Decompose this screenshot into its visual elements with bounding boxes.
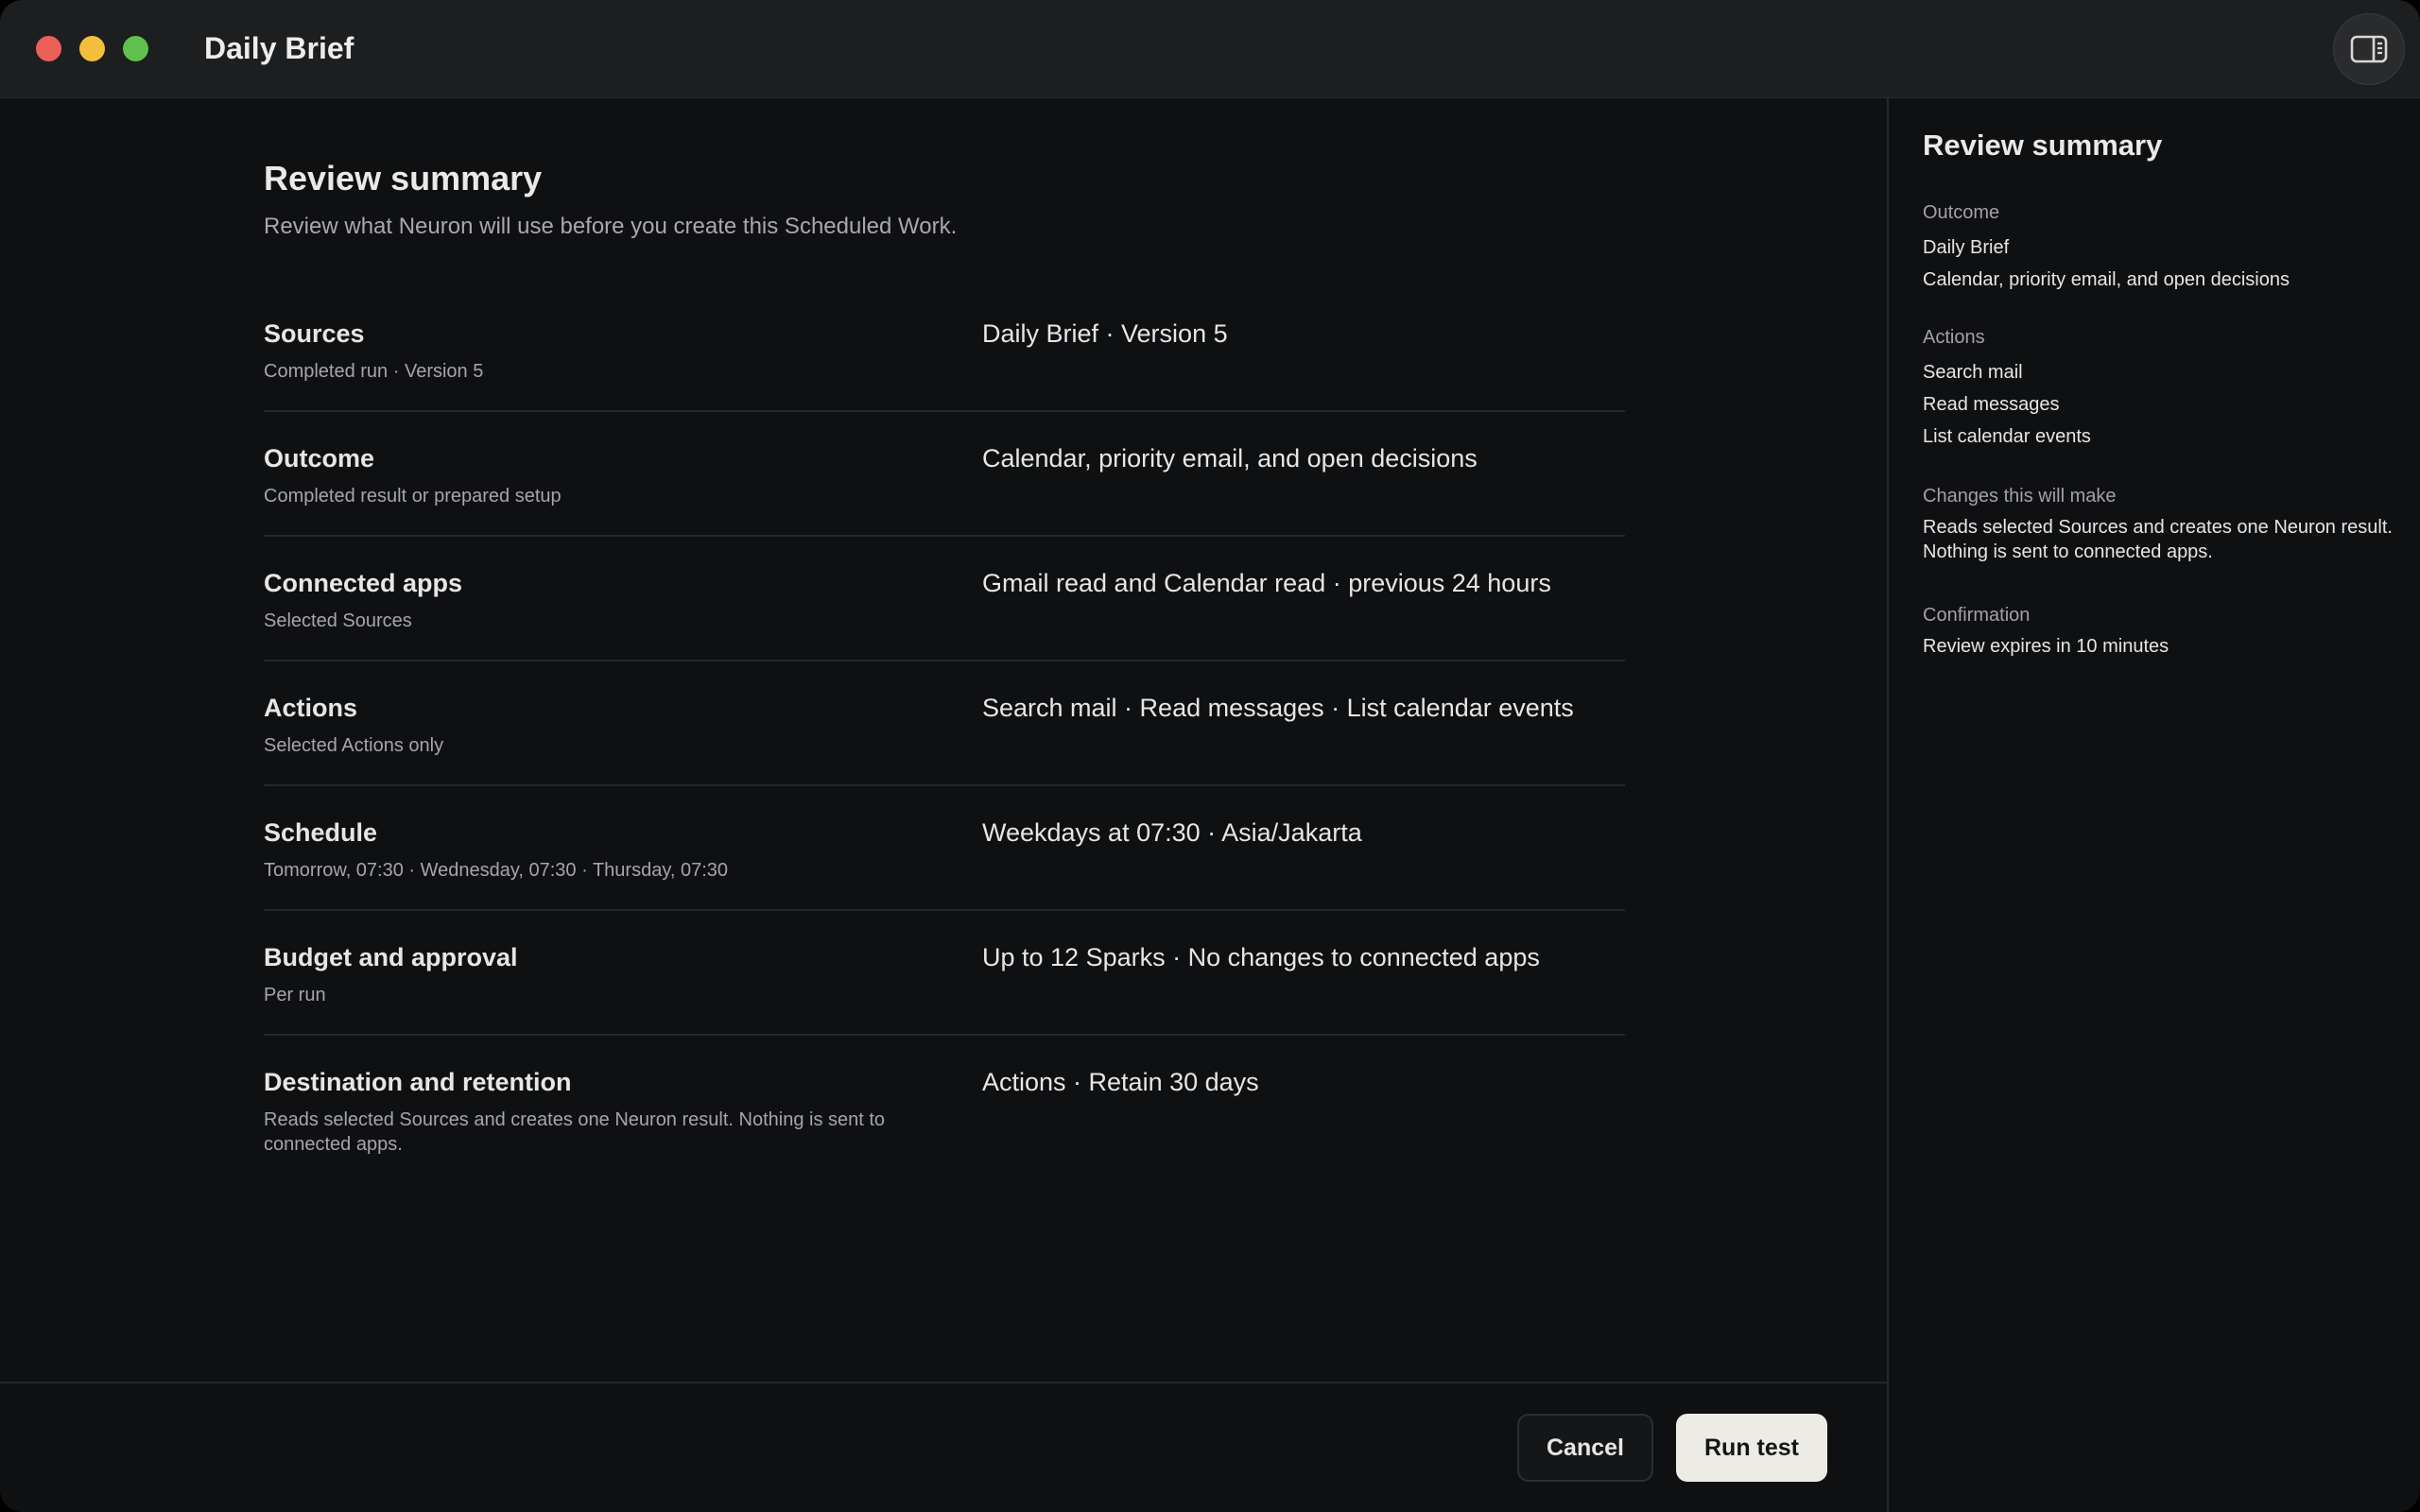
run-test-button[interactable]: Run test	[1676, 1414, 1827, 1482]
row-subtext: Selected Actions only	[264, 735, 444, 756]
page-title: Review summary	[264, 159, 543, 198]
row-subtext: Completed result or prepared setup	[264, 486, 562, 507]
close-window-button[interactable]	[36, 36, 61, 61]
panel-section-outcome: Outcome Daily Brief Calendar, priority e…	[1923, 202, 2395, 296]
row-subtext: Selected Sources	[264, 610, 412, 631]
panel-line: Read messages	[1923, 394, 2060, 415]
row-label: Connected apps	[264, 569, 463, 597]
panel-section-label: Actions	[1923, 327, 1985, 348]
review-side-panel: Review summary Outcome Daily Brief Calen…	[1887, 98, 2420, 1512]
summary-row-budget: Budget and approval Per run Up to 12 Spa…	[264, 911, 1625, 1036]
row-label: Destination and retention	[264, 1068, 572, 1096]
panel-line: List calendar events	[1923, 426, 2091, 447]
summary-rows: Sources Completed run · Version 5 Daily …	[264, 287, 1625, 1177]
row-subtext: Tomorrow, 07:30 · Wednesday, 07:30 · Thu…	[264, 860, 729, 881]
panel-line: Daily Brief	[1923, 237, 2010, 258]
title-bar: Daily Brief	[0, 0, 2420, 98]
row-label: Schedule	[264, 818, 378, 847]
summary-row-outcome: Outcome Completed result or prepared set…	[264, 412, 1625, 537]
row-value: Actions · Retain 30 days	[982, 1068, 1259, 1096]
sidebar-toggle-button[interactable]	[2333, 13, 2405, 85]
row-subtext: Completed run · Version 5	[264, 361, 484, 382]
footer-bar: Cancel Run test	[0, 1382, 1887, 1512]
row-label: Budget and approval	[264, 943, 518, 971]
panel-section-actions: Actions Search mail Read messages List c…	[1923, 327, 2395, 453]
panel-section-label: Outcome	[1923, 202, 2000, 223]
panel-text: Reads selected Sources and creates one N…	[1923, 517, 2393, 562]
cancel-button[interactable]: Cancel	[1517, 1414, 1653, 1482]
row-label: Outcome	[264, 444, 375, 472]
panel-section-changes: Changes this will make Reads selected So…	[1923, 486, 2395, 564]
panel-section-label: Changes this will make	[1923, 486, 2117, 507]
summary-row-actions: Actions Selected Actions only Search mai…	[264, 662, 1625, 786]
panel-text: Review expires in 10 minutes	[1923, 636, 2169, 657]
row-value: Up to 12 Sparks · No changes to connecte…	[982, 943, 1540, 971]
summary-row-sources: Sources Completed run · Version 5 Daily …	[264, 287, 1625, 412]
main-content: Review summary Review what Neuron will u…	[0, 98, 1887, 1383]
row-label: Actions	[264, 694, 358, 722]
row-subtext: Per run	[264, 985, 326, 1005]
row-value: Weekdays at 07:30 · Asia/Jakarta	[982, 818, 1362, 847]
panel-section-confirmation: Confirmation Review expires in 10 minute…	[1923, 605, 2395, 659]
panel-line: Search mail	[1923, 362, 2023, 383]
summary-row-schedule: Schedule Tomorrow, 07:30 · Wednesday, 07…	[264, 786, 1625, 911]
row-subtext: Reads selected Sources and creates one N…	[264, 1109, 886, 1155]
panel-line: Calendar, priority email, and open decis…	[1923, 269, 2290, 290]
row-value: Search mail · Read messages · List calen…	[982, 694, 1574, 722]
sidebar-toggle-icon	[2350, 35, 2388, 63]
row-label: Sources	[264, 319, 365, 348]
window-title: Daily Brief	[204, 31, 354, 65]
page-subtitle: Review what Neuron will use before you c…	[264, 214, 958, 239]
maximize-window-button[interactable]	[123, 36, 148, 61]
minimize-window-button[interactable]	[79, 36, 105, 61]
panel-title: Review summary	[1923, 129, 2163, 162]
row-value: Daily Brief · Version 5	[982, 319, 1228, 348]
row-value: Gmail read and Calendar read · previous …	[982, 569, 1551, 597]
summary-row-connected-apps: Connected apps Selected Sources Gmail re…	[264, 537, 1625, 662]
panel-section-label: Confirmation	[1923, 605, 2031, 626]
app-window: Daily Brief Review summary Review what N…	[0, 0, 2420, 1512]
row-value: Calendar, priority email, and open decis…	[982, 444, 1478, 472]
summary-row-destination: Destination and retention Reads selected…	[264, 1036, 1625, 1177]
